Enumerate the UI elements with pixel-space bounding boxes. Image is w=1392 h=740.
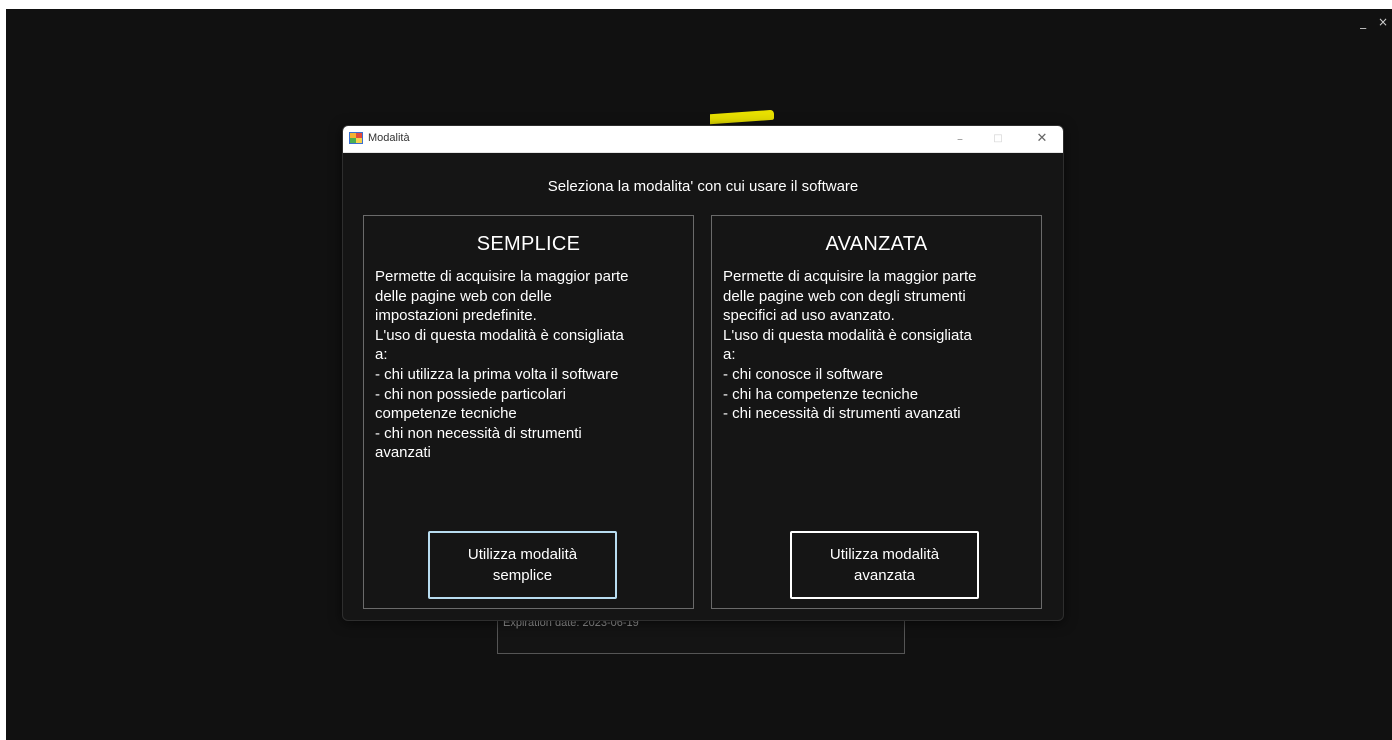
simple-mode-description: Permette di acquisire la maggior parte d… (375, 268, 629, 462)
app-icon (349, 132, 363, 144)
simple-mode-title: SEMPLICE (476, 233, 581, 255)
advanced-mode-panel: AVANZATA Permette di acquisire la maggio… (711, 215, 1042, 609)
app-minimize-button[interactable]: _ (1360, 15, 1370, 29)
dialog-title: Modalità (368, 132, 410, 144)
dialog-titlebar[interactable]: Modalità – □ ✕ (343, 126, 1063, 153)
use-advanced-mode-button[interactable]: Utilizza modalità avanzata (790, 531, 979, 599)
mode-dialog: Modalità – □ ✕ Seleziona la modalita' co… (342, 125, 1064, 621)
use-simple-mode-button[interactable]: Utilizza modalità semplice (428, 531, 617, 599)
dialog-maximize-button[interactable]: □ (983, 129, 1013, 149)
app-close-button[interactable]: × (1378, 15, 1392, 29)
dialog-close-button[interactable]: ✕ (1027, 129, 1057, 149)
advanced-mode-description: Permette di acquisire la maggior parte d… (723, 268, 977, 423)
app-window-controls: _ × (1360, 15, 1392, 29)
advanced-mode-title: AVANZATA (825, 233, 928, 255)
dialog-minimize-button[interactable]: – (945, 129, 975, 149)
dialog-heading: Seleziona la modalita' con cui usare il … (547, 178, 859, 195)
simple-mode-panel: SEMPLICE Permette di acquisire la maggio… (363, 215, 694, 609)
